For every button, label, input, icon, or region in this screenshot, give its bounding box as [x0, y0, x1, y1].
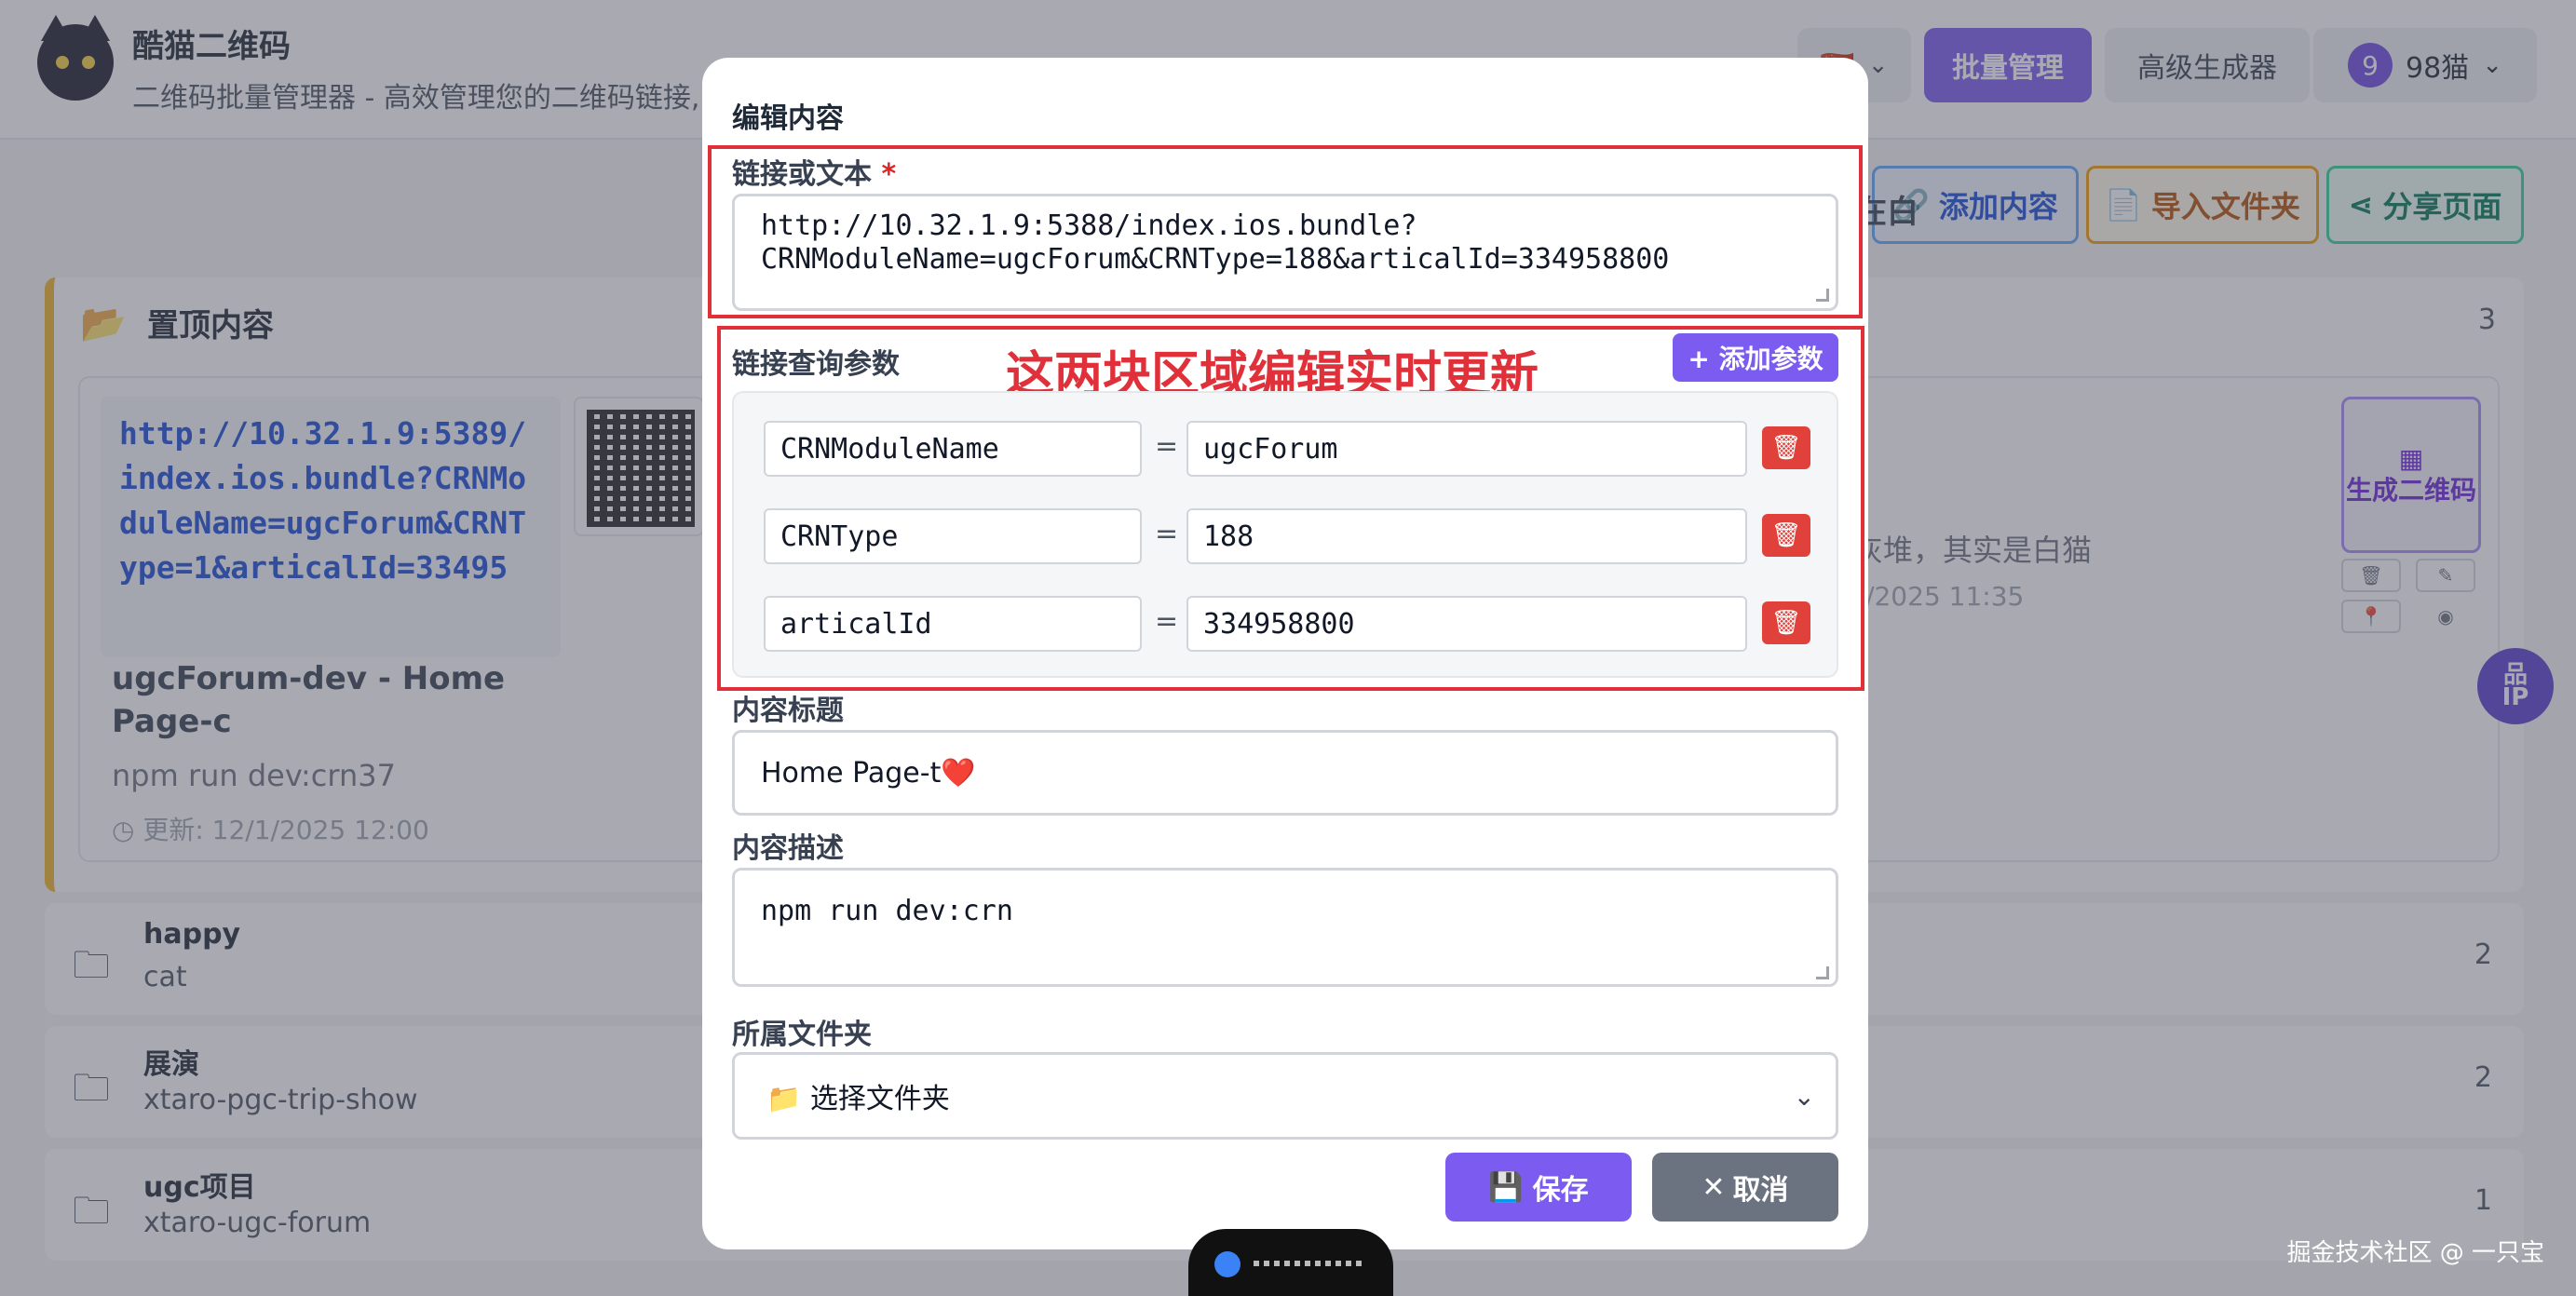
modal-title: 编辑内容: [732, 102, 844, 135]
watermark: 掘金技术社区 @ 一只宝: [2286, 1239, 2544, 1267]
trash-icon[interactable]: 🗑: [1762, 601, 1810, 644]
content-title-label: 内容标题: [732, 695, 844, 727]
recording-pill[interactable]: [1188, 1229, 1393, 1296]
link-textarea[interactable]: http://10.32.1.9:5388/index.ios.bundle? …: [732, 194, 1838, 311]
cancel-label: 取消: [1732, 1174, 1789, 1207]
param-equals: =: [1155, 430, 1179, 463]
chevron-down-icon: ⌄: [1793, 1081, 1815, 1112]
add-param-button[interactable]: + 添加参数: [1673, 333, 1838, 382]
param-value-input[interactable]: 334958800: [1186, 596, 1747, 652]
folder-select-label: 所属文件夹: [732, 1019, 872, 1051]
save-button[interactable]: 💾 保存: [1445, 1153, 1632, 1222]
link-label: 链接或文本 *: [732, 158, 897, 191]
trash-icon[interactable]: 🗑: [1762, 514, 1810, 557]
param-key-input[interactable]: CRNType: [764, 508, 1142, 564]
trash-icon[interactable]: 🗑: [1762, 426, 1810, 469]
param-key-input[interactable]: articalId: [764, 596, 1142, 652]
param-value-input[interactable]: ugcForum: [1186, 421, 1747, 477]
content-title-input[interactable]: Home Page-t❤️: [732, 730, 1838, 816]
resize-handle-icon[interactable]: [1816, 966, 1829, 979]
folder-select-value: 📁 选择文件夹: [766, 1083, 950, 1115]
save-icon: 💾: [1488, 1170, 1524, 1204]
required-mark: *: [881, 158, 897, 191]
cancel-button[interactable]: ✕ 取消: [1652, 1153, 1838, 1222]
param-equals: =: [1155, 605, 1179, 638]
resize-handle-icon[interactable]: [1816, 289, 1829, 302]
waveform-icon: [1254, 1261, 1365, 1266]
save-label: 保存: [1532, 1174, 1589, 1207]
param-value-input[interactable]: 188: [1186, 508, 1747, 564]
record-dot-icon: [1214, 1251, 1241, 1277]
close-icon: ✕: [1702, 1170, 1726, 1204]
content-desc-label: 内容描述: [732, 832, 844, 865]
params-label: 链接查询参数: [732, 348, 900, 381]
params-panel: CRNModuleName = ugcForum 🗑 CRNType = 188…: [732, 391, 1838, 678]
folder-select[interactable]: 📁 选择文件夹 ⌄: [732, 1052, 1838, 1140]
param-key-input[interactable]: CRNModuleName: [764, 421, 1142, 477]
content-desc-textarea[interactable]: npm run dev:crn: [732, 868, 1838, 987]
param-equals: =: [1155, 518, 1179, 550]
edit-content-modal: 编辑内容 链接或文本 * http://10.32.1.9:5388/index…: [702, 58, 1868, 1249]
